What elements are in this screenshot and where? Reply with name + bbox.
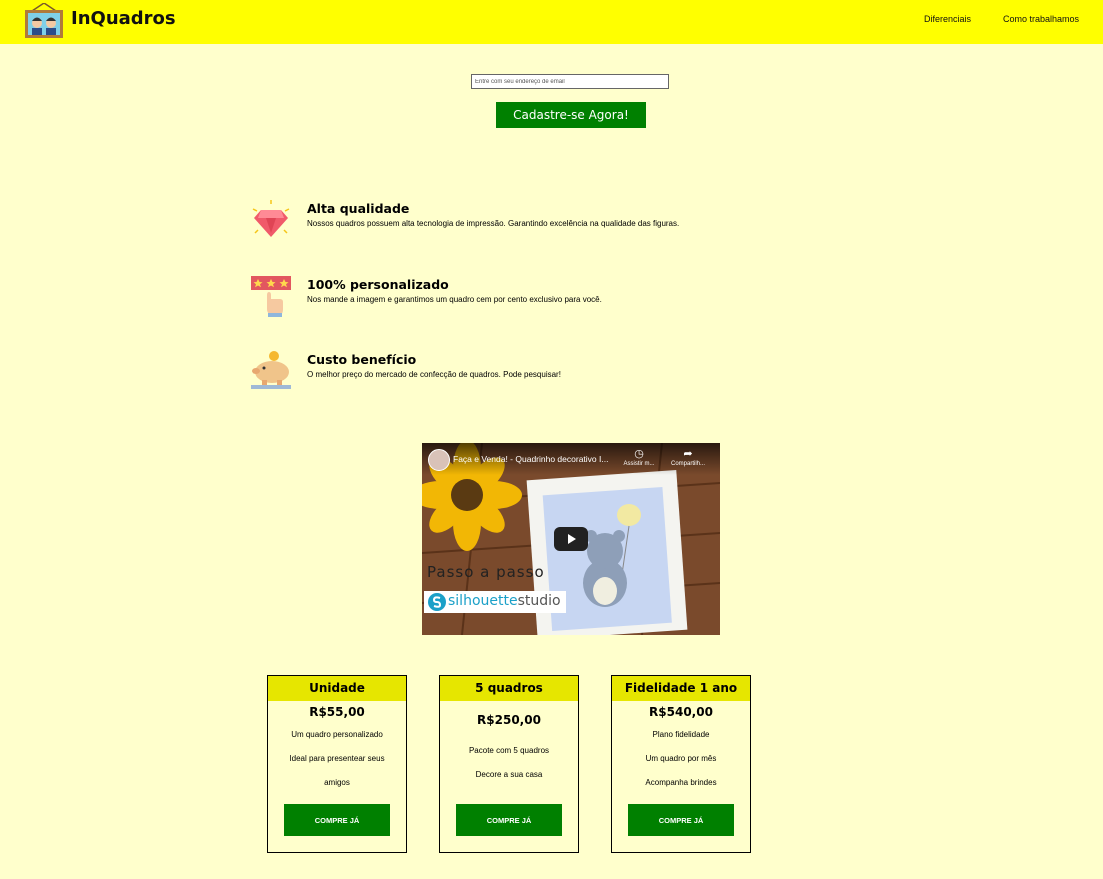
- signup-button[interactable]: Cadastre-se Agora!: [496, 102, 646, 128]
- buy-button-5-quadros[interactable]: COMPRE JÁ: [456, 804, 562, 836]
- brand-name[interactable]: InQuadros: [71, 8, 176, 29]
- plan-feature: Ideal para presentear seus: [289, 754, 385, 763]
- play-icon: [568, 534, 576, 544]
- watch-later-button[interactable]: ◷ Assistir m...: [619, 447, 659, 467]
- share-icon: ➦: [683, 448, 693, 460]
- plan-price: R$55,00: [309, 705, 365, 719]
- buy-button-unidade[interactable]: COMPRE JÁ: [284, 804, 390, 836]
- plan-feature: Plano fidelidade: [652, 730, 710, 739]
- video-embed[interactable]: Faça e Venda! - Quadrinho decorativo I..…: [422, 443, 720, 635]
- play-button[interactable]: [554, 527, 588, 551]
- email-input[interactable]: [471, 74, 669, 89]
- share-label: Compartilh...: [670, 461, 705, 467]
- feature-title: Custo benefício: [307, 352, 417, 367]
- silhouette-studio-logo: silhouettestudio: [424, 591, 566, 613]
- plan-name: Unidade: [268, 676, 406, 701]
- plan-feature: Um quadro por mês: [645, 754, 717, 763]
- feature-description: Nossos quadros possuem alta tecnologia d…: [307, 219, 680, 228]
- plan-feature: Pacote com 5 quadros: [468, 746, 550, 755]
- top-header: InQuadros Diferenciais Como trabalhamos: [0, 0, 1103, 44]
- badge-text-silhouette: silhouette: [448, 593, 518, 609]
- logo-icon[interactable]: [24, 3, 64, 39]
- plan-card-5-quadros: 5 quadros R$250,00 Pacote com 5 quadros …: [439, 675, 579, 853]
- silhouette-s-icon: [428, 593, 446, 611]
- share-button[interactable]: ➦ Compartilh...: [668, 447, 708, 467]
- plan-price: R$540,00: [649, 705, 713, 719]
- diamond-icon: [252, 200, 290, 237]
- plan-feature: Decore a sua casa: [475, 770, 543, 779]
- rating-hand-icon: [251, 276, 291, 317]
- buy-button-fidelidade[interactable]: COMPRE JÁ: [628, 804, 734, 836]
- piggy-bank-icon: [251, 351, 291, 389]
- channel-avatar[interactable]: [428, 449, 450, 471]
- plan-name: 5 quadros: [440, 676, 578, 701]
- plan-card-unidade: Unidade R$55,00 Um quadro personalizado …: [267, 675, 407, 853]
- watch-later-label: Assistir m...: [623, 461, 655, 467]
- plan-name: Fidelidade 1 ano: [612, 676, 750, 701]
- clock-icon: ◷: [634, 448, 644, 460]
- badge-text-studio: studio: [517, 593, 561, 609]
- feature-description: O melhor preço do mercado de confecção d…: [307, 370, 561, 379]
- plan-price: R$250,00: [477, 713, 541, 727]
- nav-link-como-trabalhamos[interactable]: Como trabalhamos: [1003, 14, 1079, 24]
- feature-description: Nos mande a imagem e garantimos um quadr…: [307, 295, 602, 304]
- plan-feature: amigos: [324, 778, 350, 787]
- nav-link-diferenciais[interactable]: Diferenciais: [924, 14, 971, 24]
- feature-title: 100% personalizado: [307, 277, 449, 292]
- plan-card-fidelidade: Fidelidade 1 ano R$540,00 Plano fidelida…: [611, 675, 751, 853]
- video-title[interactable]: Faça e Venda! - Quadrinho decorativo I..…: [453, 454, 608, 464]
- feature-title: Alta qualidade: [307, 201, 410, 216]
- plan-feature: Acompanha brindes: [645, 778, 717, 787]
- video-overlay-text: Passo a passo: [427, 563, 545, 581]
- plan-feature: Um quadro personalizado: [291, 730, 383, 739]
